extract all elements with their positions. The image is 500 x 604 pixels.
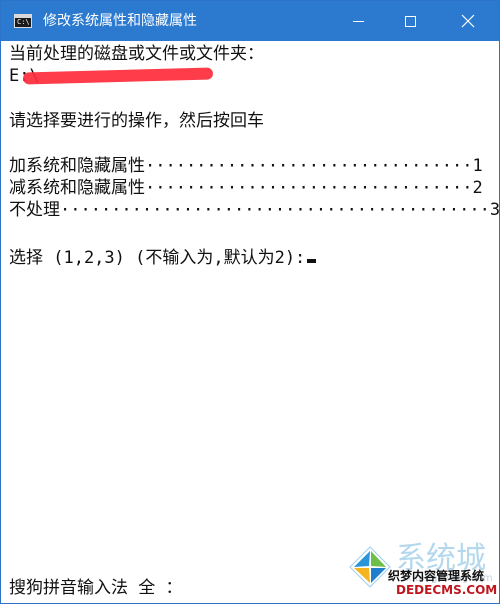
window-title: 修改系统属性和隐藏属性: [43, 13, 197, 29]
ime-status-line: 搜狗拼音输入法 全 ：: [9, 578, 183, 598]
title-bar[interactable]: C:\ 修改系统属性和隐藏属性: [1, 1, 499, 41]
console-window-icon[interactable]: C:\: [14, 14, 32, 28]
maximize-icon: [404, 15, 416, 27]
watermark: 系统城 xitongcheng.com 织梦内容管理系统 DEDECMS.COM: [346, 541, 498, 601]
console-icon-label: C:\: [17, 18, 30, 26]
console-window: C:\ 修改系统属性和隐藏属性 当前处理的磁盘或文件或文件夹： E:\ 请选择要…: [0, 0, 500, 604]
option-line-1: 加系统和隐藏属性································…: [9, 156, 483, 176]
close-icon: [461, 14, 475, 28]
maximize-button[interactable]: [386, 1, 434, 41]
windows-logo-icon: [349, 546, 391, 588]
redaction-mark: [22, 67, 214, 85]
text-cursor: [307, 259, 317, 263]
target-prompt-line: 当前处理的磁盘或文件或文件夹：: [9, 44, 264, 64]
console-output[interactable]: 当前处理的磁盘或文件或文件夹： E:\ 请选择要进行的操作，然后按回车 加系统和…: [1, 41, 500, 603]
instruction-line: 请选择要进行的操作，然后按回车: [9, 111, 264, 131]
input-prompt-text: 选择 (1,2,3) (不输入为,默认为2):: [9, 248, 306, 268]
option-line-3: 不处理·····································…: [9, 200, 500, 220]
watermark-sub-1: 织梦内容管理系统: [388, 569, 485, 583]
option-line-2: 减系统和隐藏属性································…: [9, 178, 483, 198]
input-prompt-line[interactable]: 选择 (1,2,3) (不输入为,默认为2):: [9, 247, 317, 269]
close-button[interactable]: [444, 1, 492, 41]
minimize-button[interactable]: [334, 1, 382, 41]
watermark-sub-2: DEDECMS.COM: [396, 583, 498, 597]
minimize-icon: [352, 20, 364, 22]
